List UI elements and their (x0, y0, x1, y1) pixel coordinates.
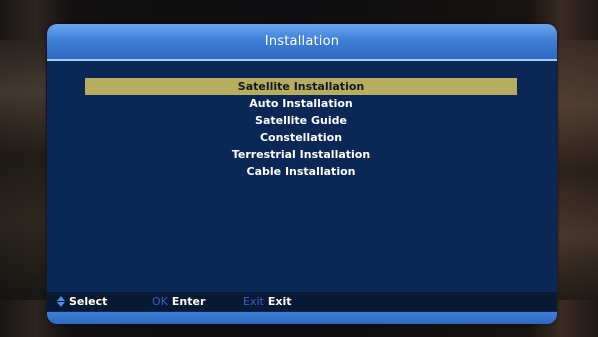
ok-hint-label: Enter (171, 295, 206, 308)
exit-hint-label: Exit (267, 295, 292, 308)
background-right (558, 40, 598, 300)
menu-item-cable-installation[interactable]: Cable Installation (85, 163, 517, 180)
ok-hint: OK Enter (152, 295, 205, 308)
select-hint: Select (57, 295, 107, 308)
menu-item-terrestrial-installation[interactable]: Terrestrial Installation (85, 146, 517, 163)
up-down-arrows-icon (57, 296, 66, 308)
tv-screen: Installation Satellite Installation Auto… (0, 0, 598, 337)
page-title: Installation (264, 34, 340, 49)
installation-panel: Installation Satellite Installation Auto… (47, 24, 557, 324)
menu-item-constellation[interactable]: Constellation (85, 129, 517, 146)
menu-item-satellite-installation[interactable]: Satellite Installation (85, 78, 517, 95)
exit-hint: Exit Exit (243, 295, 291, 308)
ok-key-icon: OK (152, 295, 168, 308)
installation-menu: Satellite Installation Auto Installation… (85, 78, 517, 180)
panel-header: Installation (47, 24, 557, 61)
exit-key-icon: Exit (243, 295, 264, 308)
menu-item-auto-installation[interactable]: Auto Installation (85, 95, 517, 112)
select-hint-label: Select (69, 295, 108, 308)
background-left (0, 40, 46, 300)
key-hint-bar: Select OK Enter Exit Exit (47, 292, 557, 311)
panel-bottom-bar (47, 312, 557, 324)
menu-item-satellite-guide[interactable]: Satellite Guide (85, 112, 517, 129)
